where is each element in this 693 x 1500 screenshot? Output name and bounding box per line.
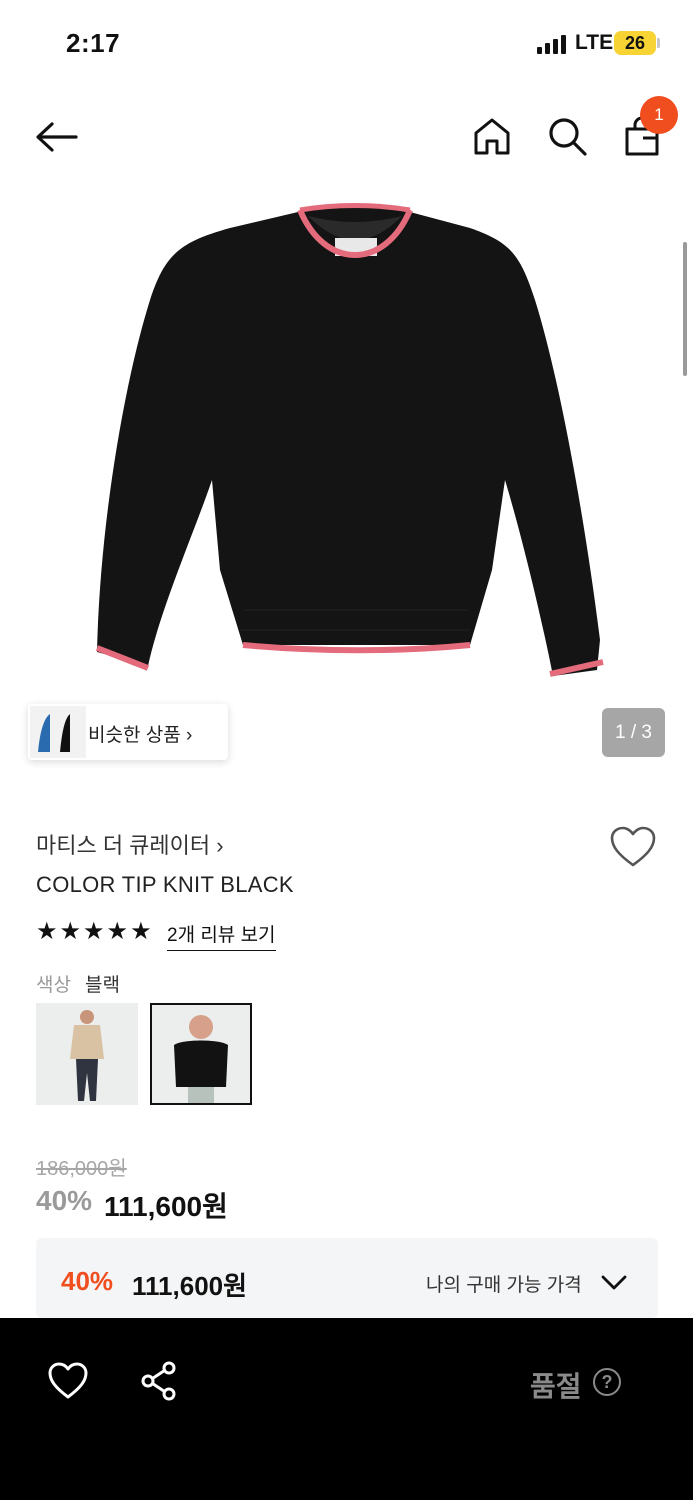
back-arrow-icon[interactable] bbox=[32, 116, 82, 158]
status-bar: 2:17 LTE 26 bbox=[0, 0, 693, 90]
battery-icon: 26 bbox=[614, 31, 656, 55]
product-image[interactable] bbox=[0, 190, 693, 700]
brand-link[interactable]: 마티스 더 큐레이터 › bbox=[36, 828, 224, 860]
network-type: LTE bbox=[575, 31, 614, 54]
bottom-action-bar: 품절 ? bbox=[0, 1318, 693, 1500]
soldout-label: 품절 bbox=[530, 1371, 582, 1402]
star-icon: ★ bbox=[83, 918, 105, 945]
scrollbar-thumb[interactable] bbox=[683, 242, 687, 376]
help-icon[interactable]: ? bbox=[593, 1368, 621, 1396]
discount-percent: 40% bbox=[36, 1185, 93, 1216]
color-swatch-beige[interactable] bbox=[36, 1003, 138, 1105]
product-name: COLOR TIP KNIT BLACK bbox=[36, 872, 294, 897]
heart-icon[interactable] bbox=[609, 825, 657, 869]
battery-cap bbox=[657, 38, 660, 48]
heart-icon[interactable] bbox=[48, 1362, 88, 1400]
my-price-label: 나의 구매 가능 가격 bbox=[426, 1275, 582, 1296]
share-icon[interactable] bbox=[140, 1361, 178, 1401]
original-price: 186,000원 bbox=[36, 1158, 127, 1180]
similar-products-button[interactable]: 비슷한 상품 › bbox=[28, 704, 228, 760]
similar-products-thumbnail bbox=[30, 706, 86, 758]
my-price: 111,600원 bbox=[132, 1271, 248, 1301]
star-icon: ★ bbox=[59, 918, 82, 945]
cart-count-badge: 1 bbox=[640, 96, 678, 134]
rating-stars: ★ ★ ★ ★ ★ bbox=[36, 918, 152, 946]
star-icon: ★ bbox=[130, 918, 152, 945]
home-icon[interactable] bbox=[470, 114, 514, 158]
my-price-dropdown[interactable]: 40% 111,600원 나의 구매 가능 가격 bbox=[36, 1238, 658, 1318]
my-discount-percent: 40% bbox=[61, 1266, 114, 1296]
color-value: 블랙 bbox=[85, 975, 120, 996]
swatch-beige-image bbox=[36, 1003, 138, 1105]
review-link[interactable]: 2개 리뷰 보기 bbox=[167, 920, 276, 951]
star-icon: ★ bbox=[36, 918, 58, 945]
swatch-black-image bbox=[152, 1005, 250, 1103]
star-icon: ★ bbox=[106, 918, 129, 945]
status-time: 2:17 bbox=[66, 28, 121, 58]
color-label: 색상 bbox=[36, 975, 71, 996]
similar-products-label: 비슷한 상품 › bbox=[88, 725, 193, 746]
signal-icon bbox=[537, 35, 566, 54]
chevron-down-icon bbox=[601, 1275, 627, 1290]
color-swatch-black[interactable] bbox=[150, 1003, 252, 1105]
search-icon[interactable] bbox=[545, 114, 589, 158]
image-page-indicator: 1 / 3 bbox=[602, 708, 665, 757]
sale-price: 111,600원 bbox=[104, 1191, 228, 1222]
